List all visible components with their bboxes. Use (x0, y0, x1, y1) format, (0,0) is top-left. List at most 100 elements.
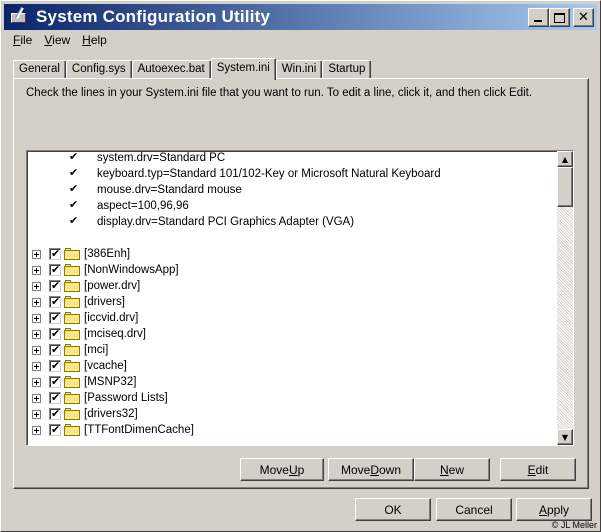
expand-plus-icon[interactable] (32, 409, 41, 419)
section-checkbox[interactable]: ✔ (49, 392, 61, 404)
menu-help[interactable]: Help (76, 32, 113, 50)
folder-icon (64, 328, 80, 340)
close-button[interactable]: ✕ (573, 8, 594, 27)
vertical-scrollbar[interactable]: ▲ ▼ (557, 151, 573, 445)
ini-entry-row[interactable]: ✔ system.drv=Standard PC (67, 150, 226, 166)
checkmark-icon: ✔ (51, 343, 61, 356)
expand-plus-icon[interactable] (32, 313, 41, 323)
ok-button[interactable]: OK (355, 498, 431, 521)
ini-entry-row[interactable]: ✔ mouse.drv=Standard mouse (67, 182, 242, 198)
entry-label: aspect=100,96,96 (97, 200, 189, 212)
entry-checkbox[interactable]: ✔ (67, 166, 79, 180)
entry-label: system.drv=Standard PC (97, 152, 226, 164)
checkmark-icon: ✔ (69, 214, 79, 227)
section-label: [MSNP32] (84, 376, 137, 388)
section-label: [Password Lists] (84, 392, 168, 404)
folder-icon (64, 408, 80, 420)
ini-section-row[interactable]: ✔ [vcache] (32, 358, 127, 374)
expand-plus-icon[interactable] (32, 329, 41, 339)
checkmark-icon: ✔ (51, 263, 61, 276)
checkmark-icon: ✔ (51, 295, 61, 308)
checkmark-icon: ✔ (69, 166, 79, 179)
section-checkbox[interactable]: ✔ (49, 360, 61, 372)
checkmark-icon: ✔ (51, 247, 61, 260)
edit-button[interactable]: Edit (500, 458, 576, 481)
expand-plus-icon[interactable] (32, 249, 41, 259)
ini-section-row[interactable]: ✔ [NonWindowsApp] (32, 262, 179, 278)
apply-button[interactable]: Apply (516, 498, 592, 521)
tab-general[interactable]: General (13, 60, 66, 79)
ini-section-row[interactable]: ✔ [iccvid.drv] (32, 310, 138, 326)
tab-system-ini[interactable]: System.ini (210, 58, 276, 80)
move-up-button[interactable]: Move Up (240, 458, 324, 481)
expand-plus-icon[interactable] (32, 265, 41, 275)
section-checkbox[interactable]: ✔ (49, 408, 61, 420)
entry-label: keyboard.typ=Standard 101/102-Key or Mic… (97, 168, 441, 180)
ini-section-row[interactable]: ✔ [mci] (32, 342, 108, 358)
section-checkbox[interactable]: ✔ (49, 344, 61, 356)
title-bar[interactable]: System Configuration Utility ✕ (4, 4, 597, 30)
scroll-down-button[interactable]: ▼ (557, 429, 573, 445)
folder-icon (64, 424, 80, 436)
minimize-button[interactable] (528, 8, 549, 27)
ini-entry-row[interactable]: ✔ display.drv=Standard PCI Graphics Adapt… (67, 214, 354, 230)
ini-section-row[interactable]: ✔ [drivers32] (32, 406, 138, 422)
ini-entry-row[interactable]: ✔ keyboard.typ=Standard 101/102-Key or Mi… (67, 166, 441, 182)
folder-icon (64, 280, 80, 292)
section-checkbox[interactable]: ✔ (49, 312, 61, 324)
tab-autoexec-bat[interactable]: Autoexec.bat (131, 60, 211, 79)
tab-config-sys[interactable]: Config.sys (65, 60, 132, 79)
ini-entry-row[interactable]: ✔ aspect=100,96,96 (67, 198, 189, 214)
expand-plus-icon[interactable] (32, 281, 41, 291)
instructions-text: Check the lines in your System.ini file … (26, 87, 533, 99)
section-label: [drivers32] (84, 408, 138, 420)
menu-file[interactable]: File (7, 32, 38, 50)
folder-icon (64, 360, 80, 372)
ini-section-row[interactable]: ✔ [Password Lists] (32, 390, 168, 406)
system-ini-list[interactable]: ✔ system.drv=Standard PC ✔ keyboard.typ=Sta… (26, 150, 574, 446)
ini-section-row[interactable]: ✔ [mciseq.drv] (32, 326, 146, 342)
entry-checkbox[interactable]: ✔ (67, 183, 79, 196)
entry-checkbox[interactable]: ✔ (67, 150, 79, 164)
checkmark-icon: ✔ (69, 150, 79, 163)
cancel-button[interactable]: Cancel (436, 498, 512, 521)
expand-plus-icon[interactable] (32, 361, 41, 371)
expand-plus-icon[interactable] (32, 377, 41, 387)
tab-startup[interactable]: Startup (322, 60, 372, 79)
tab-win-ini[interactable]: Win.ini (275, 60, 323, 79)
menu-view[interactable]: View (38, 32, 76, 50)
section-checkbox[interactable]: ✔ (49, 328, 61, 340)
section-checkbox[interactable]: ✔ (49, 264, 61, 276)
scroll-up-button[interactable]: ▲ (557, 151, 573, 167)
expand-plus-icon[interactable] (32, 345, 41, 355)
ini-section-row[interactable]: ✔ [386Enh] (32, 246, 130, 262)
ini-section-row[interactable]: ✔ [drivers] (32, 294, 125, 310)
ini-section-row[interactable]: ✔ [MSNP32] (32, 374, 136, 390)
section-checkbox[interactable]: ✔ (49, 424, 61, 436)
menu-bar: File View Help (7, 32, 113, 50)
scrollbar-thumb[interactable] (557, 167, 573, 207)
ini-section-row[interactable]: ✔ [TTFontDimenCache] (32, 422, 194, 438)
section-checkbox[interactable]: ✔ (49, 376, 61, 388)
tab-strip: General Config.sys Autoexec.bat System.i… (13, 58, 372, 80)
entry-checkbox[interactable]: ✔ (67, 214, 79, 228)
section-label: [386Enh] (84, 248, 131, 260)
msconfig-app-icon (9, 7, 29, 27)
expand-plus-icon[interactable] (32, 297, 41, 307)
new-button[interactable]: New (414, 458, 490, 481)
section-checkbox[interactable]: ✔ (49, 280, 61, 292)
expand-plus-icon[interactable] (32, 393, 41, 403)
checkmark-icon: ✔ (51, 311, 61, 324)
section-label: [NonWindowsApp] (84, 264, 179, 276)
expand-plus-icon[interactable] (32, 425, 41, 435)
checkmark-icon: ✔ (51, 327, 61, 340)
checkmark-icon: ✔ (51, 375, 61, 388)
entry-checkbox[interactable]: ✔ (67, 199, 79, 212)
folder-icon (64, 248, 80, 260)
section-checkbox[interactable]: ✔ (49, 296, 61, 308)
ini-section-row[interactable]: ✔ [power.drv] (32, 278, 140, 294)
move-down-button[interactable]: Move Down (328, 458, 414, 481)
checkmark-icon: ✔ (51, 279, 61, 292)
maximize-button[interactable] (549, 8, 570, 27)
section-checkbox[interactable]: ✔ (49, 248, 61, 260)
